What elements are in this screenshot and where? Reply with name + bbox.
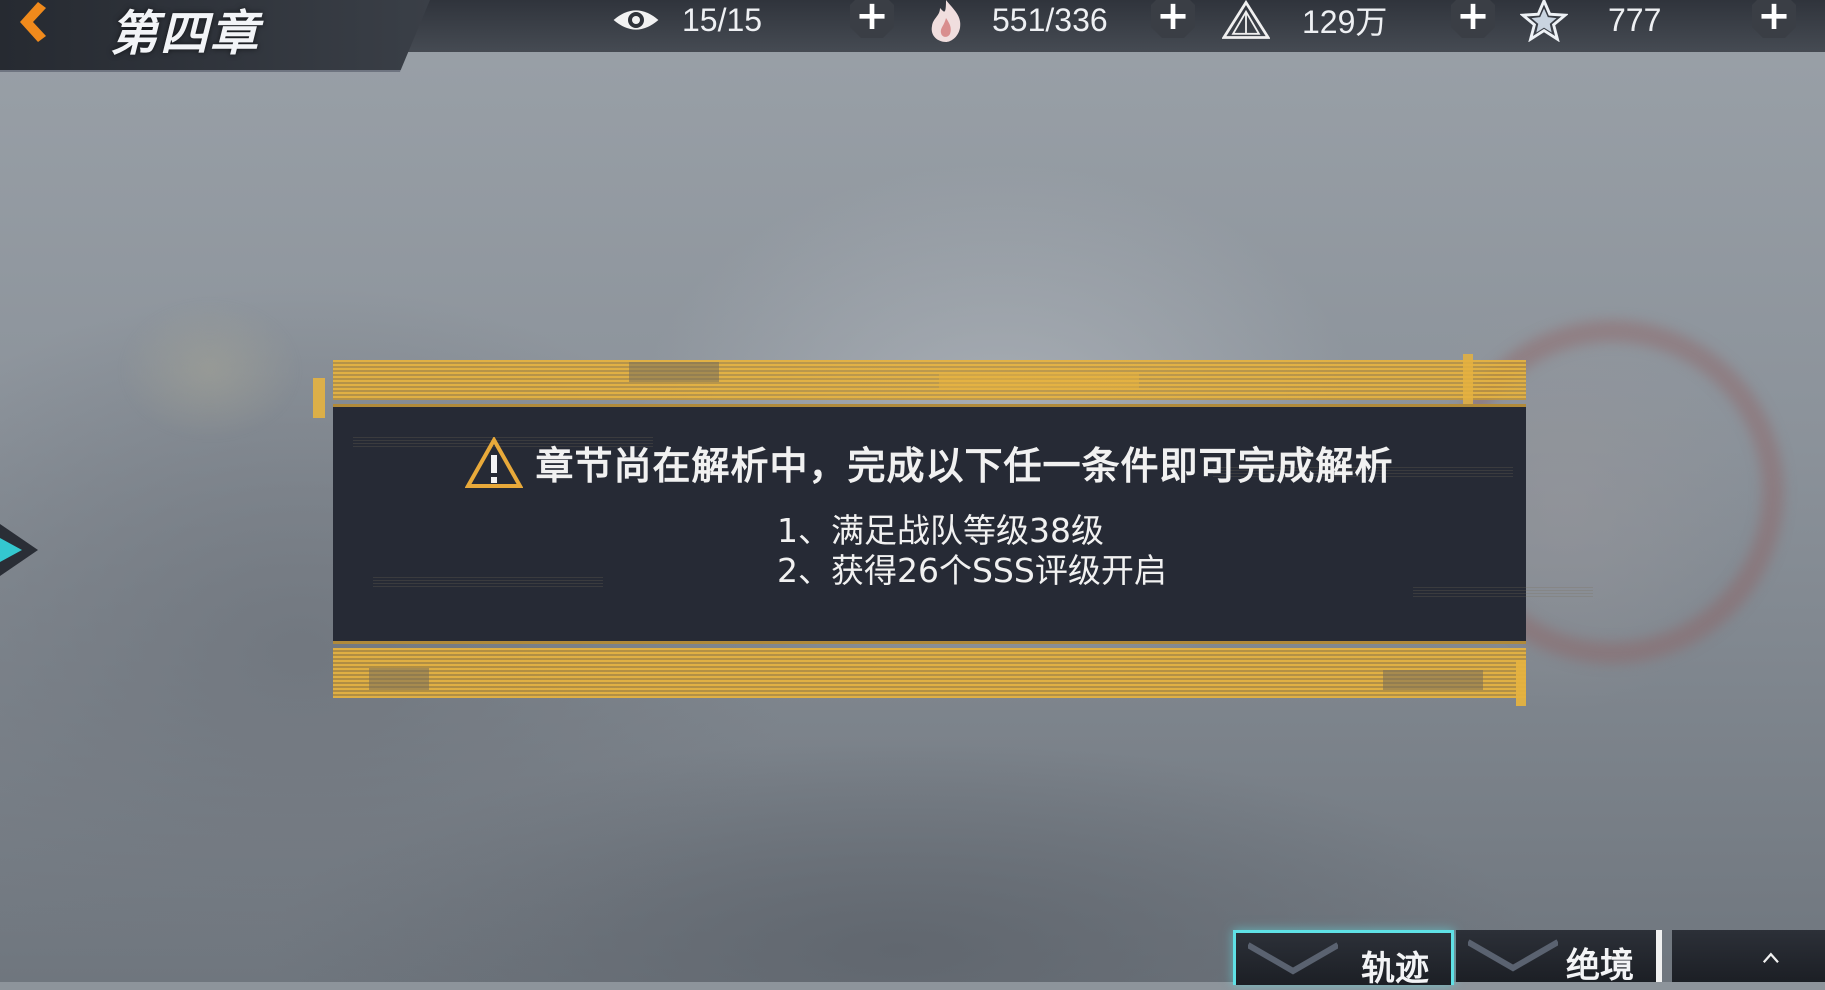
add-energy-button[interactable]: +: [1151, 0, 1195, 38]
tab-peril-label: 绝境: [1566, 946, 1634, 986]
glitch-block: [1383, 670, 1483, 690]
resource-star-crystal: 777: [1520, 0, 1662, 42]
add-star-crystal-button[interactable]: +: [1752, 0, 1796, 38]
glitch-block: [939, 374, 1139, 390]
left-expand-arrow[interactable]: [0, 510, 44, 590]
background-emblem: [120, 300, 300, 440]
tab-trace[interactable]: 轨迹: [1233, 930, 1454, 989]
plus-icon: +: [855, 0, 889, 39]
stamina-value: 15/15: [682, 1, 763, 38]
glitch-block: [1516, 660, 1526, 706]
scanline: [1413, 587, 1593, 597]
energy-value: 551/336: [992, 1, 1108, 38]
chevron-right-icon: [0, 524, 38, 576]
dialog-bottom-glitch-band: [333, 648, 1526, 698]
eye-icon: [612, 0, 660, 40]
plus-icon: +: [1456, 0, 1490, 39]
chapter-lock-dialog: 章节尚在解析中，完成以下任一条件即可完成解析 1、满足战队等级38级 2、获得2…: [313, 330, 1593, 712]
chevron-decoration-icon: [1248, 942, 1338, 975]
plus-icon: +: [1156, 0, 1190, 39]
add-currency-button[interactable]: +: [1451, 0, 1495, 38]
currency-value: 129万: [1302, 4, 1388, 40]
tab-third[interactable]: [1672, 930, 1825, 982]
resource-energy: 551/336: [922, 0, 1108, 42]
flame-icon: [922, 0, 970, 42]
back-button[interactable]: [8, 0, 58, 52]
triangle-emblem-icon: [1222, 0, 1270, 40]
unlock-conditions: 1、满足战队等级38级 2、获得26个SSS评级开启: [777, 511, 1167, 591]
star-icon: [1520, 0, 1568, 42]
dialog-top-glitch-band: [333, 360, 1526, 400]
lock-chevron-icon: [1762, 952, 1779, 963]
resource-currency: 129万: [1222, 0, 1387, 40]
warning-icon: [465, 436, 524, 488]
glitch-block: [369, 668, 429, 690]
chapter-title: 第四章: [110, 6, 261, 62]
dialog-body: 章节尚在解析中，完成以下任一条件即可完成解析 1、满足战队等级38级 2、获得2…: [333, 404, 1593, 644]
star-crystal-value: 777: [1608, 1, 1662, 38]
plus-icon: +: [1757, 0, 1791, 39]
tab-trace-label: 轨迹: [1361, 949, 1429, 989]
back-arrow-icon: [20, 2, 46, 42]
scanline: [373, 577, 603, 587]
glitch-block: [629, 362, 719, 382]
chevron-decoration-icon: [1468, 939, 1558, 972]
warning-message: 章节尚在解析中，完成以下任一条件即可完成解析: [535, 444, 1394, 488]
resource-stamina: 15/15: [612, 0, 762, 40]
glitch-block: [313, 378, 325, 418]
warning-row: 章节尚在解析中，完成以下任一条件即可完成解析: [333, 435, 1526, 490]
condition-item: 1、满足战队等级38级: [777, 511, 1104, 550]
add-stamina-button[interactable]: +: [850, 0, 894, 38]
condition-item: 2、获得26个SSS评级开启: [777, 551, 1167, 590]
tab-peril[interactable]: 绝境: [1456, 930, 1662, 986]
